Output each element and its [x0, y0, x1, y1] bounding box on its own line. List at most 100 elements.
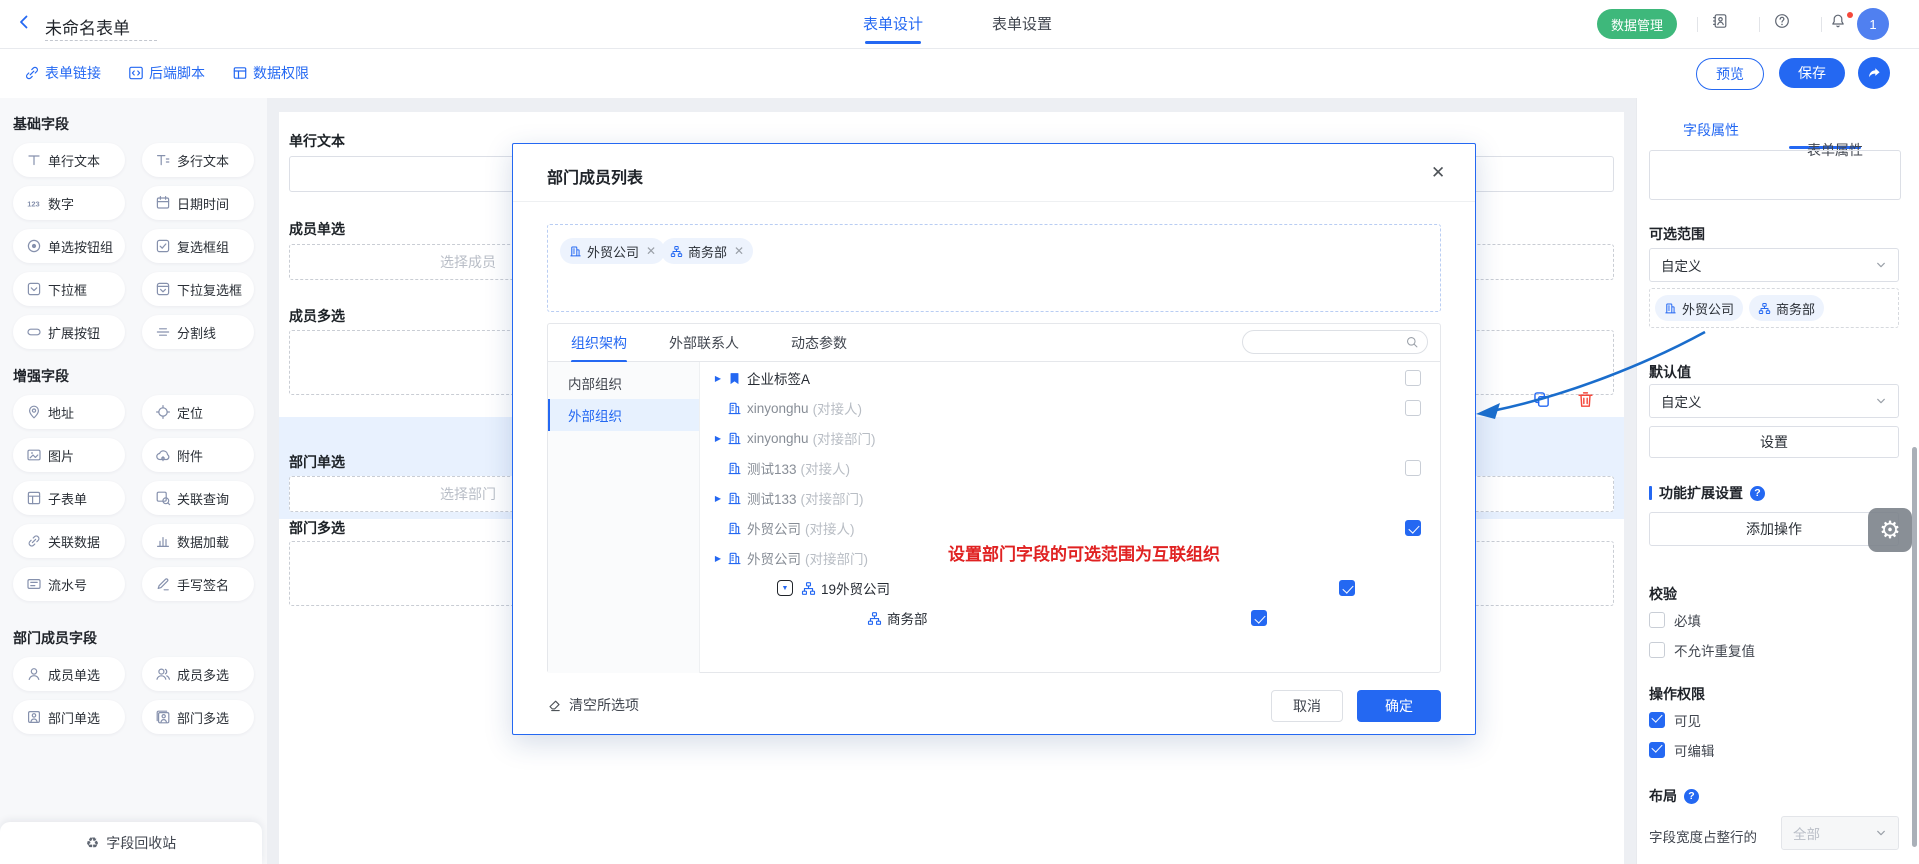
- backend-script-button[interactable]: 后端脚本: [128, 63, 205, 83]
- field-item-extend-button[interactable]: 扩展按钮: [13, 315, 125, 349]
- checkbox[interactable]: [1649, 712, 1665, 728]
- range-tag-dept[interactable]: 商务部: [1749, 295, 1824, 321]
- field-item-dropdown[interactable]: 下拉框: [13, 272, 125, 306]
- avatar[interactable]: 1: [1857, 8, 1889, 40]
- field-item-divider[interactable]: 分割线: [142, 315, 254, 349]
- data-permission-button[interactable]: 数据权限: [232, 63, 309, 83]
- save-button[interactable]: 保存: [1779, 58, 1845, 88]
- close-icon[interactable]: ✕: [1431, 163, 1445, 183]
- caret-right-icon[interactable]: ▶: [711, 434, 725, 443]
- list-item-internal-org[interactable]: 内部组织: [548, 367, 699, 399]
- tab-external-contacts[interactable]: 外部联系人: [669, 333, 739, 353]
- tree-row[interactable]: ▶ xinyonghu(对接人): [711, 393, 1441, 423]
- selected-tag-dept[interactable]: 商务部✕: [661, 238, 753, 264]
- field-note-input[interactable]: [1649, 150, 1901, 200]
- tab-form-design[interactable]: 表单设计: [863, 13, 923, 34]
- selected-items-box[interactable]: 外贸公司✕ 商务部✕: [547, 224, 1441, 312]
- select-value: 全部: [1793, 823, 1820, 843]
- field-item-locate[interactable]: 定位: [142, 395, 254, 429]
- default-value-select[interactable]: 自定义: [1649, 384, 1899, 418]
- field-item-number[interactable]: 123数字: [13, 186, 125, 220]
- preview-button[interactable]: 预览: [1696, 58, 1764, 90]
- delete-field-icon[interactable]: [1576, 390, 1595, 409]
- caret-right-icon[interactable]: ▶: [711, 374, 725, 383]
- field-item-image[interactable]: 图片: [13, 438, 125, 472]
- field-item-dropdown-multi[interactable]: 下拉复选框: [142, 272, 254, 306]
- tab-form-settings[interactable]: 表单设置: [992, 13, 1052, 34]
- tree-checkbox[interactable]: [1251, 610, 1267, 626]
- bell-icon[interactable]: [1830, 13, 1846, 29]
- field-item-checkbox-group[interactable]: 复选框组: [142, 229, 254, 263]
- caret-right-icon[interactable]: ▶: [711, 494, 725, 503]
- range-tag-company[interactable]: 外贸公司: [1655, 295, 1743, 321]
- optional-range-tags-box[interactable]: 外贸公司 商务部: [1649, 288, 1899, 328]
- field-width-select[interactable]: 全部: [1781, 816, 1899, 850]
- form-title[interactable]: 未命名表单: [45, 14, 130, 39]
- help-circle-icon[interactable]: ?: [1684, 789, 1699, 804]
- tree-row[interactable]: 商务部: [711, 603, 1441, 633]
- list-item-external-org[interactable]: 外部组织: [548, 399, 699, 431]
- share-button[interactable]: [1858, 57, 1890, 89]
- editable-checkbox-row[interactable]: 可编辑: [1649, 740, 1715, 760]
- confirm-button[interactable]: 确定: [1357, 690, 1441, 722]
- field-item-signature[interactable]: 手写签名: [142, 567, 254, 601]
- tree-checkbox[interactable]: [1405, 460, 1421, 476]
- tab-dynamic-params[interactable]: 动态参数: [791, 333, 847, 353]
- back-icon[interactable]: [16, 14, 32, 30]
- tree-row[interactable]: ▶ xinyonghu(对接部门): [711, 423, 1441, 453]
- remove-tag-icon[interactable]: ✕: [646, 244, 656, 258]
- set-default-button[interactable]: 设置: [1649, 426, 1899, 458]
- add-action-button[interactable]: 添加操作: [1649, 512, 1899, 546]
- checkbox[interactable]: [1649, 742, 1665, 758]
- field-item-member-multi[interactable]: 成员多选: [142, 657, 254, 691]
- tree-row[interactable]: ▶ 外贸公司(对接人): [711, 513, 1441, 543]
- field-item-subform[interactable]: 子表单: [13, 481, 125, 515]
- field-item-address[interactable]: 地址: [13, 395, 125, 429]
- tree-checkbox[interactable]: [1405, 370, 1421, 386]
- field-item-member-single[interactable]: 成员单选: [13, 657, 125, 691]
- field-item-link-data[interactable]: 关联数据: [13, 524, 125, 558]
- required-checkbox-row[interactable]: 必填: [1649, 610, 1701, 630]
- field-item-multi-line-text[interactable]: 多行文本: [142, 143, 254, 177]
- field-item-data-load[interactable]: 数据加载: [142, 524, 254, 558]
- field-item-single-line-text[interactable]: 单行文本: [13, 143, 125, 177]
- caret-expanded-icon[interactable]: ▼: [777, 580, 793, 596]
- field-item-datetime[interactable]: 日期时间: [142, 186, 254, 220]
- tree-row[interactable]: ▼ 19外贸公司: [711, 573, 1441, 603]
- gear-settings-button[interactable]: ⚙: [1868, 508, 1912, 552]
- tree-row[interactable]: ▶ 测试133(对接部门): [711, 483, 1441, 513]
- no-duplicate-checkbox-row[interactable]: 不允许重复值: [1649, 640, 1755, 660]
- form-link-button[interactable]: 表单链接: [24, 63, 101, 83]
- contacts-icon[interactable]: [1712, 13, 1728, 29]
- field-recycle-bin[interactable]: ♻字段回收站: [0, 822, 262, 864]
- visible-checkbox-row[interactable]: 可见: [1649, 710, 1701, 730]
- field-item-radio-group[interactable]: 单选按钮组: [13, 229, 125, 263]
- tree-checkbox[interactable]: [1405, 520, 1421, 536]
- help-circle-icon[interactable]: ?: [1750, 486, 1765, 501]
- cancel-button[interactable]: 取消: [1271, 690, 1343, 722]
- help-icon[interactable]: [1774, 13, 1790, 29]
- field-item-attachment[interactable]: 附件: [142, 438, 254, 472]
- tab-field-properties[interactable]: 字段属性: [1683, 120, 1919, 140]
- tree-row[interactable]: ▶ 测试133(对接人): [711, 453, 1441, 483]
- search-input[interactable]: [1242, 330, 1428, 354]
- checkbox[interactable]: [1649, 612, 1665, 628]
- caret-right-icon[interactable]: ▶: [711, 554, 725, 563]
- org-tree-icon: [865, 611, 883, 626]
- checkbox[interactable]: [1649, 642, 1665, 658]
- copy-field-icon[interactable]: [1532, 390, 1551, 409]
- panel-scrollbar[interactable]: [1912, 447, 1917, 847]
- field-item-dept-multi[interactable]: 部门多选: [142, 700, 254, 734]
- tree-row[interactable]: ▶ 企业标签A: [711, 363, 1441, 393]
- clear-selection-button[interactable]: 清空所选项: [547, 695, 639, 715]
- selected-tag-company[interactable]: 外贸公司✕: [560, 238, 665, 264]
- field-item-dept-single[interactable]: 部门单选: [13, 700, 125, 734]
- remove-tag-icon[interactable]: ✕: [734, 244, 744, 258]
- tree-checkbox[interactable]: [1405, 400, 1421, 416]
- data-manage-button[interactable]: 数据管理: [1597, 9, 1677, 39]
- optional-range-select[interactable]: 自定义: [1649, 248, 1899, 282]
- field-item-link-query[interactable]: 关联查询: [142, 481, 254, 515]
- tree-checkbox[interactable]: [1339, 580, 1355, 596]
- field-item-serial-number[interactable]: 流水号: [13, 567, 125, 601]
- tab-org-structure[interactable]: 组织架构: [571, 333, 627, 353]
